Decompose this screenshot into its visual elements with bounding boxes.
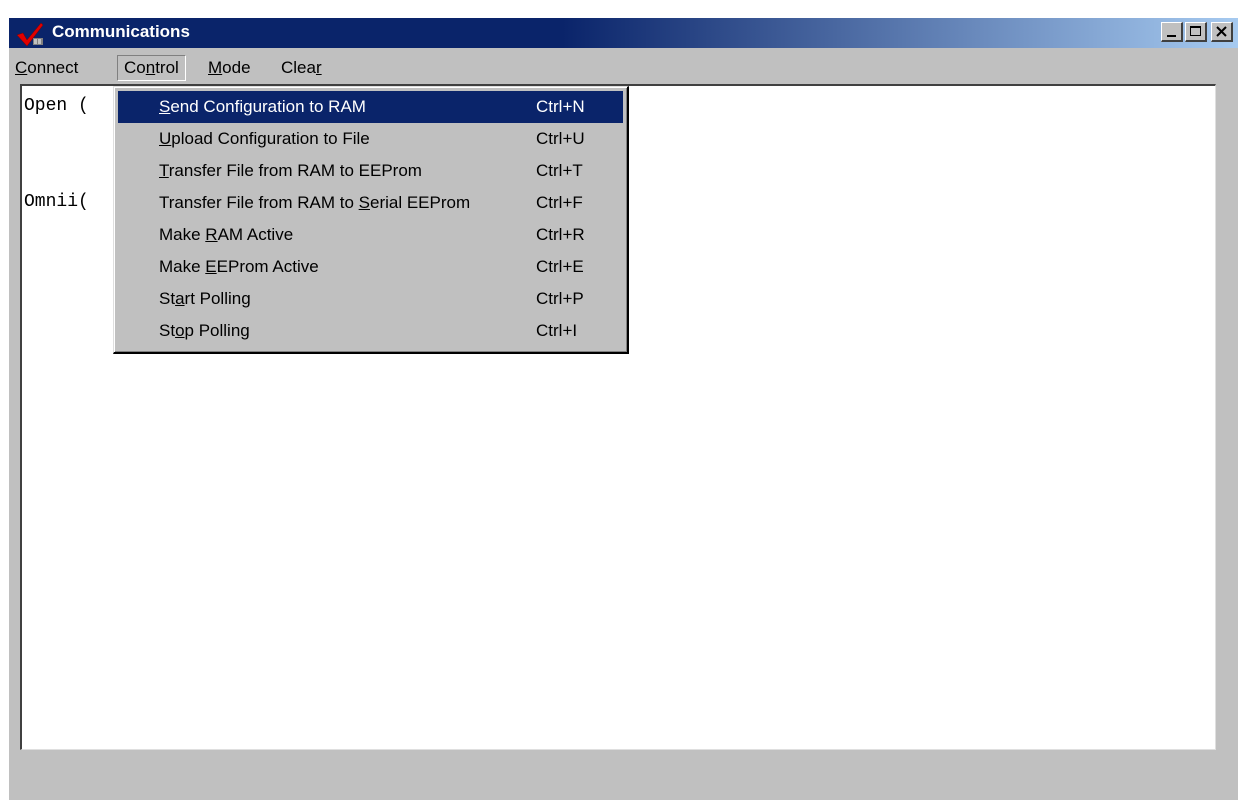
menu-clear[interactable]: Clear [275, 55, 328, 81]
menu-item-start-polling[interactable]: Start Polling Ctrl+P [118, 283, 623, 315]
minimize-icon [1167, 35, 1176, 37]
menu-item-make-eeprom-active[interactable]: Make EEProm Active Ctrl+E [118, 251, 623, 283]
maximize-button[interactable] [1185, 22, 1207, 42]
menu-connect-label-rest: onnect [27, 58, 79, 77]
menu-item-shortcut: Ctrl+F [536, 193, 583, 212]
minimize-button[interactable] [1161, 22, 1183, 42]
menu-item-transfer-file-to-serial-eeprom[interactable]: Transfer File from RAM to Serial EEProm … [118, 187, 623, 219]
menu-control-label-rest: trol [155, 58, 179, 77]
menu-mode-accesskey: M [208, 58, 223, 77]
red-checkmark-icon[interactable] [15, 21, 45, 47]
menu-item-label: Send Configuration to RAM [159, 97, 366, 116]
close-icon [1216, 26, 1227, 37]
menu-item-label: Start Polling [159, 289, 251, 308]
menu-mode-label-rest: ode [222, 58, 251, 77]
menu-item-shortcut: Ctrl+E [536, 257, 584, 276]
menu-control[interactable]: Control [117, 55, 186, 81]
menu-item-shortcut: Ctrl+I [536, 321, 578, 340]
menu-connect-accesskey: C [15, 58, 28, 77]
menu-item-send-configuration-to-ram[interactable]: Send Configuration to RAM Ctrl+N [118, 91, 623, 123]
menu-mode[interactable]: Mode [202, 55, 257, 81]
menu-connect[interactable]: Connect [9, 55, 84, 81]
window-title: Communications [52, 22, 190, 41]
title-bar[interactable]: Communications [9, 18, 1238, 48]
control-menu-dropdown: Send Configuration to RAM Ctrl+N Upload … [113, 86, 629, 354]
menu-bar: Connect Control Mode Clear [9, 51, 1238, 85]
menu-clear-label: Clea [281, 58, 316, 77]
menu-control-label: Co [124, 58, 146, 77]
maximize-icon [1190, 26, 1201, 36]
log-line: Open ( [24, 96, 89, 116]
menu-item-transfer-file-to-eeprom[interactable]: Transfer File from RAM to EEProm Ctrl+T [118, 155, 623, 187]
menu-item-stop-polling[interactable]: Stop Polling Ctrl+I [118, 315, 623, 347]
close-button[interactable] [1211, 22, 1233, 42]
menu-item-label: Transfer File from RAM to Serial EEProm [159, 193, 471, 212]
menu-item-shortcut: Ctrl+P [536, 289, 584, 308]
menu-item-label: Make EEProm Active [159, 257, 319, 276]
menu-item-label: Make RAM Active [159, 225, 294, 244]
menu-item-shortcut: Ctrl+R [536, 225, 585, 244]
log-line: Omnii( [24, 192, 89, 212]
menu-item-shortcut: Ctrl+T [536, 161, 583, 180]
menu-item-shortcut: Ctrl+U [536, 129, 585, 148]
menu-item-label: Stop Polling [159, 321, 250, 340]
menu-item-label: Upload Configuration to File [159, 129, 370, 148]
menu-item-label: Transfer File from RAM to EEProm [159, 161, 422, 180]
menu-control-accesskey: n [145, 58, 156, 77]
menu-item-make-ram-active[interactable]: Make RAM Active Ctrl+R [118, 219, 623, 251]
menu-item-upload-configuration-to-file[interactable]: Upload Configuration to File Ctrl+U [118, 123, 623, 155]
menu-clear-accesskey: r [315, 58, 322, 77]
menu-item-shortcut: Ctrl+N [536, 97, 585, 116]
